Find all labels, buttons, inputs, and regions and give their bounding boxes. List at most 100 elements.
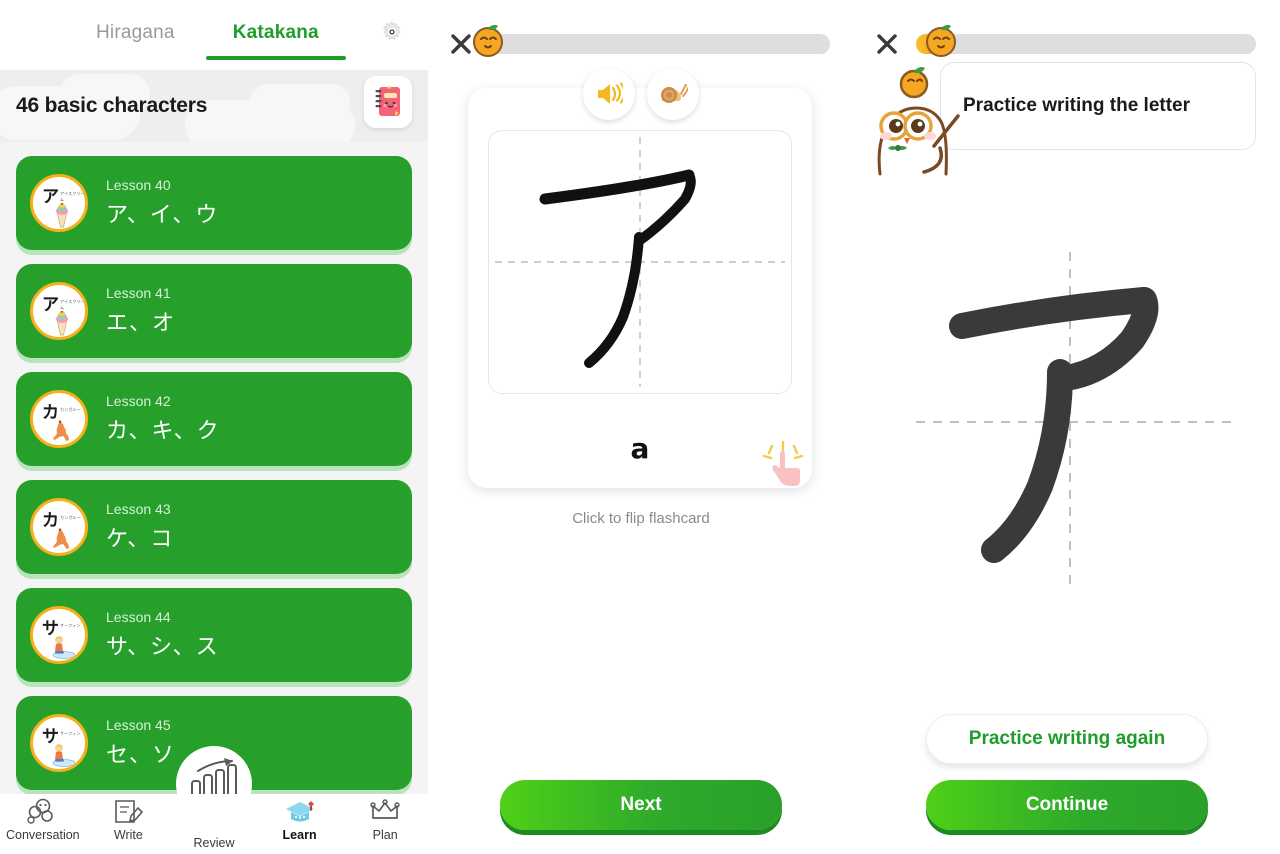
lesson-card[interactable]: ア アイスクリーム Lesson 41 エ、オ: [16, 264, 412, 358]
lesson-badge-icon: サ サーフィン: [30, 606, 88, 664]
practice-again-button[interactable]: Practice writing again: [926, 714, 1208, 764]
settings-button[interactable]: [377, 18, 407, 48]
snail-icon: [661, 84, 688, 103]
lesson-text: Lesson 43 ケ、コ: [106, 501, 173, 553]
orange-mascot-icon: [926, 24, 957, 57]
kangaroo-icon: [53, 528, 69, 549]
write-icon: [115, 800, 144, 823]
teacher-mascot-glyph: [877, 67, 960, 176]
conversation-icon: [27, 798, 53, 824]
practice-again-label: Practice writing again: [968, 728, 1166, 749]
nav-item-learn[interactable]: Learn: [257, 798, 343, 842]
progress-bar: [916, 24, 1256, 57]
lesson-number: Lesson 44: [106, 609, 171, 625]
nav-item-write[interactable]: Write: [86, 798, 172, 842]
lesson-number: Lesson 41: [106, 285, 171, 301]
ice-cream-icon: [56, 203, 68, 228]
play-audio-button[interactable]: [583, 68, 635, 120]
progress-mascot: [468, 20, 508, 60]
progress-mascot: [921, 20, 961, 60]
lesson-text: Lesson 44 サ、シ、ス: [106, 609, 219, 661]
nav-item-plan[interactable]: Plan: [342, 798, 428, 842]
flashcard-top-bar: [428, 0, 854, 62]
continue-button-label: Continue: [1025, 794, 1109, 815]
surfer-icon: [52, 744, 75, 767]
lesson-card[interactable]: カ カンガルー Lesson 42 カ、キ、ク: [16, 372, 412, 466]
big-writing-area[interactable]: [882, 248, 1254, 598]
nav-label: Learn: [282, 828, 317, 842]
lesson-text: Lesson 41 エ、オ: [106, 285, 175, 337]
audio-controls: [428, 68, 854, 120]
lesson-badge-icon: カ カンガルー: [30, 390, 88, 448]
orange-teacher-mascot-icon: [874, 62, 960, 176]
lesson-characters: エ、オ: [106, 311, 176, 336]
crown-icon: [370, 799, 400, 819]
play-slow-audio-button[interactable]: [647, 68, 699, 120]
page-title: 46 basic characters: [16, 94, 208, 117]
surfer-icon: [52, 636, 75, 659]
close-button[interactable]: [874, 31, 900, 57]
kangaroo-icon: [53, 420, 69, 441]
practice-top-bar: [854, 0, 1280, 62]
ice-cream-icon: [56, 311, 68, 336]
lesson-badge-icon: サ サーフィン: [30, 714, 88, 772]
tap-hand-icon: [760, 440, 806, 486]
lesson-text: Lesson 45 セ、ソ: [106, 717, 175, 769]
lesson-badge-icon: ア アイスクリーム: [30, 174, 88, 232]
next-button-label: Next: [620, 794, 662, 815]
next-button[interactable]: Next: [500, 780, 782, 830]
lesson-text: Lesson 42 カ、キ、ク: [106, 393, 220, 445]
lesson-characters: カ、キ、ク: [106, 419, 220, 444]
lesson-card[interactable]: ア アイスクリーム Lesson 40 ア、イ、ウ: [16, 156, 412, 250]
lesson-badge-romaji: カンガルー: [60, 407, 81, 412]
instruction-row: Practice writing the letter: [874, 62, 1256, 176]
tap-hand-glyph: [762, 440, 804, 486]
graduation-cap-icon: [285, 801, 314, 822]
nav-label: Plan: [372, 828, 398, 842]
lesson-number: Lesson 42: [106, 393, 171, 409]
lesson-list-panel: Hiragana Katakana 46 basic characters ア …: [0, 0, 428, 854]
lesson-badge-romaji: アイスクリーム: [60, 191, 85, 202]
tab-hiragana[interactable]: Hiragana: [96, 22, 175, 60]
lesson-number: Lesson 40: [106, 177, 171, 193]
katakana-a-large-svg: [916, 252, 1234, 592]
cloud-decoration: [250, 84, 350, 120]
syllabary-tabs: Hiragana Katakana: [0, 0, 428, 70]
speaker-icon: [598, 82, 623, 104]
notebook-icon: [375, 85, 400, 116]
flashcard-writing-area: [488, 130, 792, 394]
lesson-badge-romaji: サーフィン: [60, 731, 81, 736]
progress-bar: [473, 24, 830, 57]
lesson-number: Lesson 43: [106, 501, 171, 517]
tab-katakana[interactable]: Katakana: [205, 22, 346, 60]
lesson-badge-icon: ア アイスクリーム: [30, 282, 88, 340]
nav-label: Write: [113, 828, 143, 842]
instruction-text: Practice writing the letter: [963, 95, 1191, 116]
flashcard[interactable]: a: [468, 88, 812, 488]
lesson-characters: ア、イ、ウ: [106, 203, 219, 228]
close-icon: [877, 34, 897, 54]
gear-icon: [382, 21, 401, 40]
nav-item-conversation[interactable]: Conversation: [0, 798, 86, 842]
app-screen: Hiragana Katakana 46 basic characters ア …: [0, 0, 1280, 854]
writing-practice-panel: Practice writing the letter Practice wri…: [854, 0, 1280, 854]
lesson-badge-romaji: カンガルー: [60, 515, 81, 520]
orange-mascot-icon: [473, 24, 503, 57]
lesson-characters: ケ、コ: [106, 527, 174, 552]
lesson-characters: セ、ソ: [106, 743, 176, 768]
katakana-a-stroke-svg: [495, 137, 785, 387]
characters-banner: 46 basic characters: [0, 70, 428, 142]
nav-item-review-label[interactable]: Review: [176, 836, 252, 850]
instruction-box: Practice writing the letter: [940, 62, 1256, 150]
flip-hint-text: Click to flip flashcard: [572, 510, 710, 527]
nav-label: Conversation: [5, 828, 80, 842]
flashcard-panel: a Click to flip flashcard Next: [428, 0, 854, 854]
lesson-card[interactable]: サ サーフィン Lesson 44 サ、シ、ス: [16, 588, 412, 682]
lesson-characters: サ、シ、ス: [106, 635, 219, 660]
continue-button[interactable]: Continue: [926, 780, 1208, 830]
lesson-badge-icon: カ カンガルー: [30, 498, 88, 556]
lesson-badge-romaji: アイスクリーム: [60, 299, 85, 310]
lesson-text: Lesson 40 ア、イ、ウ: [106, 177, 218, 229]
notebook-button[interactable]: [364, 76, 412, 128]
lesson-card[interactable]: カ カンガルー Lesson 43 ケ、コ: [16, 480, 412, 574]
